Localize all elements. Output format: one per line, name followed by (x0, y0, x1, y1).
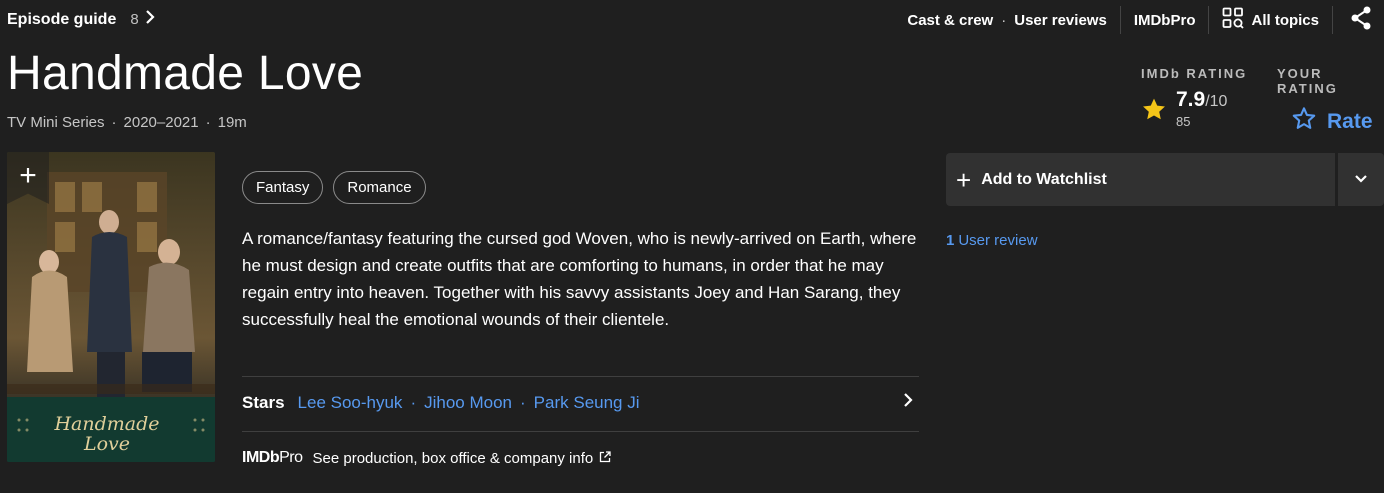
title-meta: TV Mini Series · 2020–2021 · 19m (7, 114, 247, 131)
add-to-watchlist-button[interactable]: + Add to Watchlist (946, 153, 1335, 206)
star-link[interactable]: Lee Soo-hyuk (298, 393, 403, 413)
episode-count: 8 (130, 11, 139, 28)
page-title: Handmade Love (7, 47, 364, 100)
episode-guide-label: Episode guide (7, 10, 117, 28)
genre-chip-fantasy[interactable]: Fantasy (242, 171, 324, 204)
star-link[interactable]: Jihoo Moon (424, 393, 512, 413)
review-label: User review (958, 232, 1038, 249)
chevron-down-icon (1354, 171, 1368, 189)
poster[interactable]: + Handmade Love (7, 152, 215, 462)
imdb-rating: IMDb RATING 7.9/10 85 (1141, 66, 1247, 129)
imdbpro-logo-b: Pro (279, 449, 303, 466)
stars-row: Stars Lee Soo-hyuk · Jihoo Moon · Park S… (242, 392, 919, 413)
separator-dot: · (1001, 11, 1007, 29)
divider (1119, 6, 1121, 34)
imdbpro-promo-link[interactable]: IMDbPro See production, box office & com… (242, 449, 611, 467)
chevron-right-icon (145, 10, 155, 29)
star-link[interactable]: Park Seung Ji (534, 393, 640, 413)
separator-dot: · (111, 114, 117, 131)
watchlist-dropdown-button[interactable] (1338, 153, 1384, 206)
review-count: 1 (946, 232, 955, 249)
your-rating: YOUR RATING Rate (1277, 66, 1384, 137)
separator-dot: · (205, 114, 211, 131)
divider (242, 376, 919, 377)
separator-dot: · (410, 392, 417, 412)
rating-values: 7.9/10 85 (1176, 89, 1227, 130)
plot-summary: A romance/fantasy featuring the cursed g… (242, 229, 917, 329)
poster-title-line1: Handmade (54, 413, 160, 435)
user-reviews-link[interactable]: User reviews (1014, 12, 1107, 29)
rating-score: 7.9 (1176, 88, 1206, 111)
grid-icon (1222, 7, 1251, 33)
separator-dot: · (520, 392, 526, 412)
title-type: TV Mini Series (7, 114, 105, 131)
external-link-icon (599, 450, 611, 466)
star-outline-icon (1277, 106, 1327, 137)
genre-chips: Fantasy Romance (242, 171, 426, 204)
imdb-rating-link[interactable]: 7.9/10 85 (1141, 89, 1247, 129)
imdbpro-logo: IMDbPro (242, 449, 303, 467)
divider (242, 431, 919, 432)
rating-out-of: /10 (1205, 93, 1228, 110)
imdb-rating-label: IMDb RATING (1141, 66, 1248, 81)
all-topics-button[interactable]: All topics (1222, 7, 1319, 33)
your-rating-label: YOUR RATING (1277, 66, 1338, 96)
top-bar: Episode guide 8 Cast & crew · User revie… (0, 0, 1384, 40)
divider (1332, 6, 1333, 34)
genre-chip-romance[interactable]: Romance (333, 171, 426, 204)
rating-score-line: 7.9/10 (1176, 89, 1227, 113)
poster-title: Handmade Love (47, 414, 167, 454)
chevron-right-icon[interactable] (903, 392, 913, 413)
imdbpro-logo-a: IMDb (242, 449, 280, 466)
stars-label: Stars (242, 392, 285, 412)
imdbpro-link[interactable]: IMDbPro (1134, 12, 1196, 29)
episode-guide-link[interactable]: Episode guide 8 (7, 10, 155, 29)
divider (1208, 6, 1210, 34)
rating-votes: 85 (1176, 114, 1191, 129)
poster-title-line2: Love (83, 433, 131, 455)
all-topics-label: All topics (1251, 11, 1319, 29)
rate-button[interactable]: Rate (1277, 106, 1384, 137)
imdbpro-promo-text: See production, box office & company inf… (312, 449, 594, 467)
star-filled-icon (1141, 97, 1167, 127)
add-to-watchlist-label: Add to Watchlist (981, 170, 1107, 188)
top-links: Cast & crew · User reviews IMDbPro All t… (907, 0, 1384, 40)
years-link[interactable]: 2020–2021 (124, 114, 199, 131)
rate-label: Rate (1327, 109, 1373, 133)
share-icon (1350, 6, 1372, 34)
runtime: 19m (217, 114, 247, 131)
user-reviews-count-link[interactable]: 1 User review (946, 232, 1038, 249)
share-button[interactable] (1346, 6, 1384, 34)
cast-crew-link[interactable]: Cast & crew (907, 12, 993, 29)
plus-icon: + (956, 164, 972, 195)
